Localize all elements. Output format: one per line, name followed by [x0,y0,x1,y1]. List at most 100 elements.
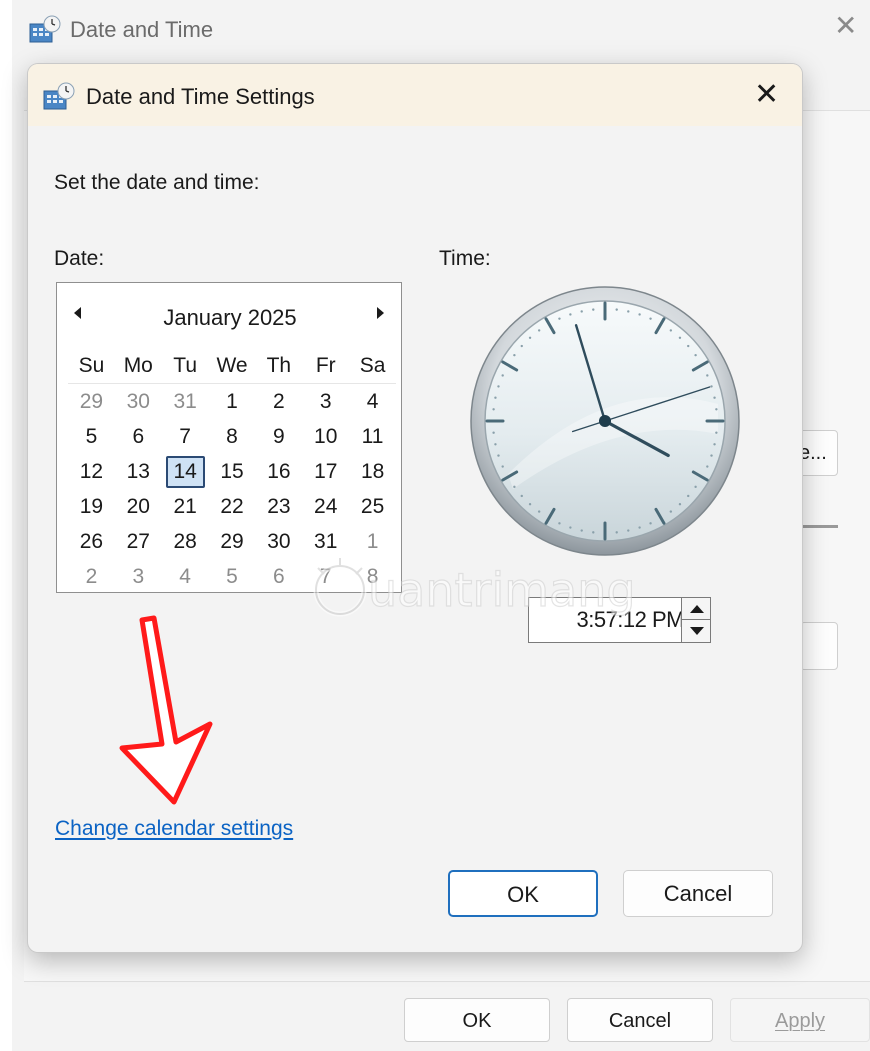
time-up-arrow-icon[interactable] [681,597,711,620]
calendar-day[interactable]: 25 [349,495,396,519]
clock-minute-tick [713,396,716,399]
calendar-week-row: 2345678 [68,559,396,594]
calendar-day[interactable]: 11 [349,425,396,449]
calendar-day-selected[interactable]: 14 [165,455,205,488]
change-calendar-settings-link[interactable]: Change calendar settings [55,817,293,841]
calendar-day[interactable]: 16 [255,460,302,484]
calendar-day[interactable]: 23 [255,495,302,519]
calendar-day[interactable]: 30 [255,530,302,554]
date-time-icon [43,82,75,110]
calendar-week-row: 19 20 21 22 23 24 25 [68,489,396,524]
calendar-day[interactable]: 21 [162,495,209,519]
clock-minute-tick [513,353,516,357]
next-month-arrow-icon[interactable] [373,303,387,323]
weekday-label: Fr [315,354,336,377]
clock-center-hub [599,415,611,427]
calendar-day[interactable]: 22 [209,495,256,519]
clock-minute-tick [687,494,690,498]
date-time-icon [29,15,61,43]
clock-minute-tick [627,310,630,313]
calendar-day[interactable]: 6 [255,565,302,589]
calendar-week-row: 12 13 14 15 16 17 18 [68,454,396,489]
calendar-day[interactable]: 24 [302,495,349,519]
calendar-day[interactable]: 26 [68,530,115,554]
clock-minute-tick [494,443,497,446]
clock-minute-tick [492,431,495,434]
weekday-label: Mo [123,354,153,377]
clock-minute-tick [580,310,583,313]
calendar-week-row: 5 6 7 8 9 10 11 [68,419,396,454]
calendar-day[interactable]: 10 [302,425,349,449]
clock-minute-tick [558,522,561,525]
clock-minute-tick [580,529,583,532]
calendar-day[interactable]: 19 [68,495,115,519]
clock-minute-tick [592,531,595,534]
calendar-day[interactable]: 1 [349,530,396,554]
background-field[interactable] [800,622,838,670]
calendar-week-row: 26 27 28 29 30 31 1 [68,524,396,559]
ok-button[interactable]: OK [448,870,598,917]
clock-minute-tick [678,336,682,339]
time-down-arrow-icon[interactable] [681,620,711,643]
calendar-day[interactable]: 29 [68,390,115,414]
calendar-day[interactable]: 27 [115,530,162,554]
calendar-day[interactable]: 28 [162,530,209,554]
calendar-month-year[interactable]: January 2025 [57,305,403,331]
calendar-day[interactable]: 1 [209,390,256,414]
clock-minute-tick [706,465,709,468]
calendar-day[interactable]: 31 [162,390,209,414]
calendar-day[interactable]: 30 [115,390,162,414]
calendar-day[interactable]: 5 [209,565,256,589]
clock-minute-tick [501,465,504,468]
clock-minute-tick [615,308,618,311]
calendar-day[interactable]: 4 [162,565,209,589]
close-icon[interactable]: ✕ [754,80,779,110]
calendar-day[interactable]: 13 [115,460,162,484]
calendar-day[interactable]: 18 [349,460,396,484]
calendar-day[interactable]: 29 [209,530,256,554]
background-cancel-button[interactable]: Cancel [567,998,713,1042]
clock-minute-tick [710,385,713,388]
background-window-title: Date and Time [70,17,214,42]
weekday-label: Th [266,354,292,377]
calendar-day[interactable]: 2 [255,390,302,414]
clock-minute-tick [537,329,541,332]
time-label: Time: [439,247,491,270]
calendar-day[interactable]: 7 [302,565,349,589]
calendar-day[interactable]: 5 [68,425,115,449]
calendar-day[interactable]: 8 [349,565,396,589]
clock-minute-tick [669,329,673,332]
background-ok-button[interactable]: OK [404,998,550,1042]
calendar-grid: Su Mo Tu We Th Fr Sa 29 30 31 1 2 3 4 5 6 7 8 9 10 11 12 13 14 1… [68,349,396,594]
background-close-icon[interactable]: ✕ [834,12,857,40]
calendar-day[interactable]: 3 [115,565,162,589]
cancel-button[interactable]: Cancel [623,870,773,917]
calendar-day[interactable]: 7 [162,425,209,449]
time-input[interactable]: 3:57:12 PM [528,597,693,643]
calendar-day[interactable]: 9 [255,425,302,449]
clock-minute-tick [528,336,532,339]
calendar-day[interactable]: 8 [209,425,256,449]
clock-minute-tick [558,317,561,320]
background-divider [800,525,838,528]
calendar-weekday-header: Su Mo Tu We Th Fr Sa [68,349,396,384]
calendar-day[interactable]: 6 [115,425,162,449]
calendar-day[interactable]: 3 [302,390,349,414]
calendar-day[interactable]: 20 [115,495,162,519]
calendar-day[interactable]: 15 [209,460,256,484]
analog-clock [470,286,740,556]
clock-minute-tick [678,503,682,506]
background-apply-button[interactable]: Apply [730,998,870,1042]
clock-minute-tick [713,443,716,446]
clock-minute-tick [627,529,630,532]
clock-minute-tick [497,385,500,388]
clock-minute-tick [494,396,497,399]
clock-minute-tick [669,510,673,513]
clock-minute-tick [615,531,618,534]
calendar-day[interactable]: 4 [349,390,396,414]
calendar-day[interactable]: 17 [302,460,349,484]
clock-minute-tick [492,408,495,411]
calendar-day[interactable]: 2 [68,565,115,589]
calendar-day[interactable]: 31 [302,530,349,554]
calendar-day[interactable]: 12 [68,460,115,484]
